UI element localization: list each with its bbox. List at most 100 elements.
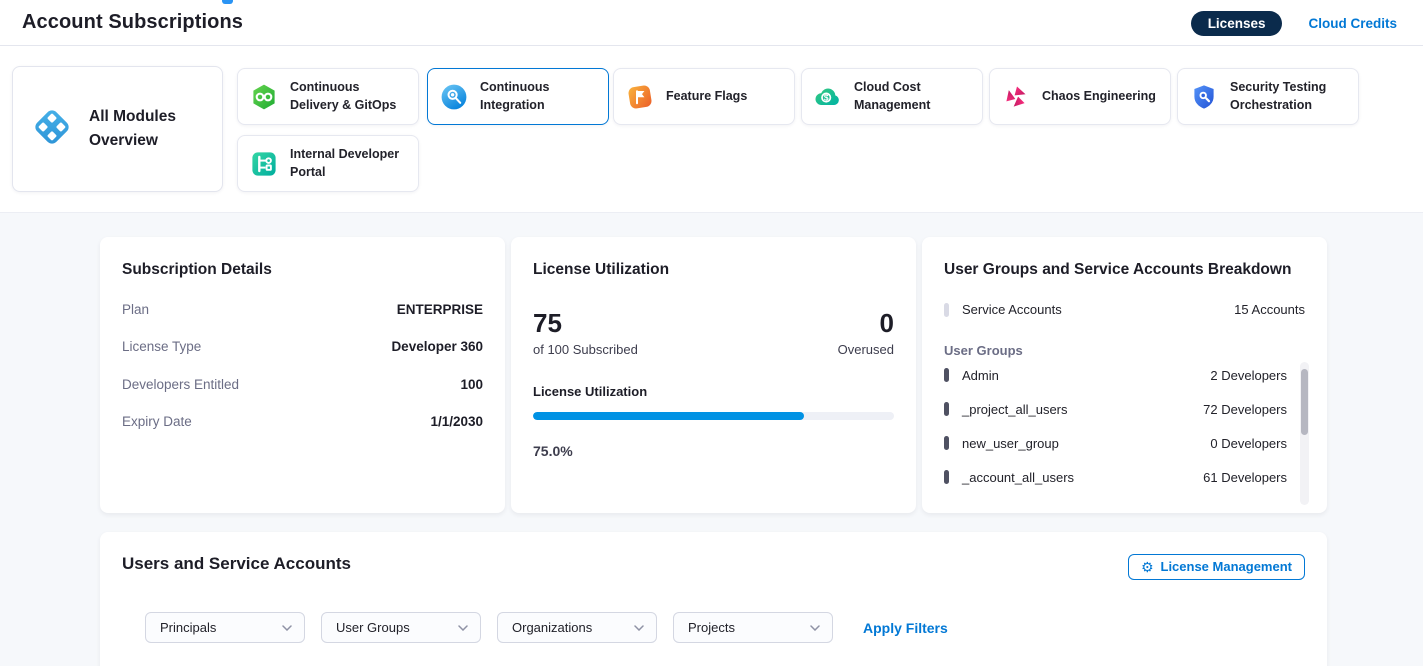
module-card-cd-gitops[interactable]: Continuous Delivery & GitOps <box>237 68 419 125</box>
module-label: Continuous Integration <box>480 79 596 114</box>
cloud-cost-icon: $ <box>814 83 842 111</box>
modules-band: All Modules Overview Continuous Delivery… <box>0 46 1423 213</box>
module-card-feature-flags[interactable]: Feature Flags <box>613 68 795 125</box>
group-name: Admin <box>962 368 999 383</box>
users-service-accounts-card: Users and Service Accounts ⚙ License Man… <box>100 532 1327 666</box>
apply-filters-link[interactable]: Apply Filters <box>863 620 948 636</box>
module-label: Security Testing Orchestration <box>1230 79 1346 114</box>
groups-scrollbar[interactable] <box>1300 362 1309 505</box>
detail-value: 100 <box>460 377 483 392</box>
group-value: 2 Developers <box>1210 368 1287 383</box>
used-count: 75 <box>533 309 638 338</box>
filter-label: Principals <box>160 620 216 635</box>
breakdown-title: User Groups and Service Accounts Breakdo… <box>944 261 1305 279</box>
group-value: 61 Developers <box>1203 470 1287 485</box>
license-progress-track <box>533 412 894 420</box>
group-value: 72 Developers <box>1203 402 1287 417</box>
detail-row-plan: Plan ENTERPRISE <box>122 302 483 317</box>
detail-row-expiry-date: Expiry Date 1/1/2030 <box>122 414 483 429</box>
cd-gitops-icon <box>250 83 278 111</box>
detail-label: Developers Entitled <box>122 377 239 392</box>
module-card-cloud-cost[interactable]: $ Cloud Cost Management <box>801 68 983 125</box>
license-management-label: License Management <box>1161 559 1293 574</box>
user-group-row: new_user_group 0 Developers <box>944 426 1287 460</box>
svg-text:$: $ <box>824 92 829 102</box>
user-group-row: _project_all_users 72 Developers <box>944 392 1287 426</box>
module-card-sto[interactable]: Security Testing Orchestration <box>1177 68 1359 125</box>
detail-label: Expiry Date <box>122 414 192 429</box>
feature-flags-icon <box>626 83 654 111</box>
used-block: 75 of 100 Subscribed <box>533 309 638 357</box>
clipped-help-icon <box>222 0 233 4</box>
subscription-details-title: Subscription Details <box>122 261 483 279</box>
all-modules-overview-card[interactable]: All Modules Overview <box>12 66 223 192</box>
user-groups-filter-dropdown[interactable]: User Groups <box>321 612 481 643</box>
page-title: Account Subscriptions <box>22 11 243 34</box>
utilization-bar-label: License Utilization <box>533 384 894 399</box>
overused-count: 0 <box>838 309 894 338</box>
detail-label: Plan <box>122 302 149 317</box>
license-progress-fill <box>533 412 804 420</box>
service-accounts-value: 15 Accounts <box>1234 302 1305 317</box>
detail-value: ENTERPRISE <box>397 302 483 317</box>
filter-label: Projects <box>688 620 735 635</box>
principals-filter-dropdown[interactable]: Principals <box>145 612 305 643</box>
utilization-percent: 75.0% <box>533 443 894 459</box>
licenses-tab[interactable]: Licenses <box>1191 11 1283 36</box>
license-utilization-card: License Utilization 75 of 100 Subscribed… <box>511 237 916 513</box>
user-groups-heading: User Groups <box>944 343 1305 358</box>
module-label: Cloud Cost Management <box>854 79 970 114</box>
header-tabs: Licenses Cloud Credits <box>1191 0 1397 46</box>
groups-scrollbar-thumb[interactable] <box>1301 369 1308 435</box>
chevron-down-icon <box>458 625 468 631</box>
module-card-idp[interactable]: Internal Developer Portal <box>237 135 419 192</box>
filters-row: Principals User Groups Organizations Pro… <box>145 612 1305 643</box>
group-name: new_user_group <box>962 436 1059 451</box>
detail-value: Developer 360 <box>391 339 483 354</box>
service-accounts-marker <box>944 303 949 317</box>
sto-icon <box>1190 83 1218 111</box>
chaos-icon <box>1002 83 1030 111</box>
user-group-row: _account_all_users 61 Developers <box>944 460 1287 494</box>
projects-filter-dropdown[interactable]: Projects <box>673 612 833 643</box>
group-marker <box>944 470 949 484</box>
subscription-details-card: Subscription Details Plan ENTERPRISE Lic… <box>100 237 505 513</box>
detail-value: 1/1/2030 <box>430 414 483 429</box>
cloud-credits-tab[interactable]: Cloud Credits <box>1308 16 1397 31</box>
service-accounts-row: Service Accounts 15 Accounts <box>944 302 1305 317</box>
user-group-row: Admin 2 Developers <box>944 358 1287 392</box>
overused-caption: Overused <box>838 342 894 357</box>
filter-label: User Groups <box>336 620 410 635</box>
module-card-ci[interactable]: Continuous Integration <box>427 68 609 125</box>
group-marker <box>944 436 949 450</box>
group-marker <box>944 368 949 382</box>
group-name: _account_all_users <box>962 470 1074 485</box>
gear-icon: ⚙ <box>1141 560 1154 574</box>
license-utilization-title: License Utilization <box>533 261 894 279</box>
module-card-chaos[interactable]: Chaos Engineering <box>989 68 1171 125</box>
chevron-down-icon <box>634 625 644 631</box>
all-modules-icon <box>29 104 75 155</box>
module-label: Internal Developer Portal <box>290 146 406 181</box>
group-name: _project_all_users <box>962 402 1068 417</box>
module-label: Feature Flags <box>666 88 747 106</box>
idp-icon <box>250 150 278 178</box>
module-label: Continuous Delivery & GitOps <box>290 79 406 114</box>
detail-row-developers-entitled: Developers Entitled 100 <box>122 377 483 392</box>
ci-icon <box>440 83 468 111</box>
usage-summary: 75 of 100 Subscribed 0 Overused <box>533 309 894 357</box>
user-groups-list: Admin 2 Developers _project_all_users 72… <box>944 358 1305 494</box>
chevron-down-icon <box>810 625 820 631</box>
license-management-button[interactable]: ⚙ License Management <box>1128 554 1305 580</box>
service-accounts-label: Service Accounts <box>962 302 1062 317</box>
chevron-down-icon <box>282 625 292 631</box>
group-marker <box>944 402 949 416</box>
organizations-filter-dropdown[interactable]: Organizations <box>497 612 657 643</box>
module-label: Chaos Engineering <box>1042 88 1156 106</box>
page-header: Account Subscriptions Licenses Cloud Cre… <box>0 0 1423 46</box>
overused-block: 0 Overused <box>838 309 894 357</box>
group-value: 0 Developers <box>1210 436 1287 451</box>
filter-label: Organizations <box>512 620 592 635</box>
main-content: Subscription Details Plan ENTERPRISE Lic… <box>0 213 1423 666</box>
breakdown-card: User Groups and Service Accounts Breakdo… <box>922 237 1327 513</box>
